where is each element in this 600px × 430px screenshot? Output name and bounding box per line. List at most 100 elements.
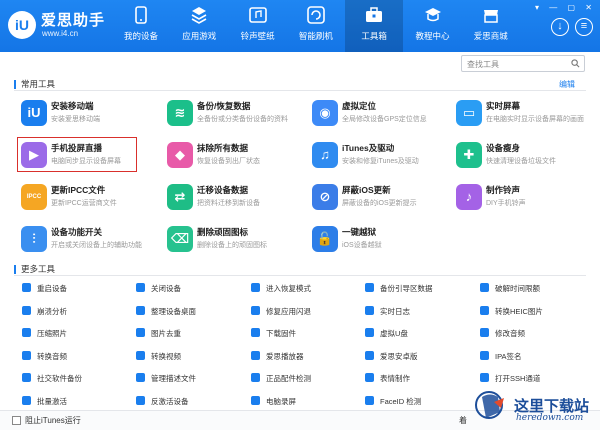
tool-card[interactable]: ♪ 制作铃声 DIY手机铃声: [452, 180, 592, 216]
more-tool-item[interactable]: 实时日志: [365, 305, 410, 320]
more-tool-item[interactable]: 进入恢复模式: [251, 283, 311, 297]
tool-card[interactable]: ⊘ 屏蔽iOS更新 屏蔽设备的iOS更新提示: [308, 180, 448, 216]
block-itunes-label: 阻止iTunes运行: [25, 416, 81, 425]
more-tool-item[interactable]: 打开SSH通道: [480, 373, 540, 387]
more-tool-item[interactable]: 虚拟U盘: [365, 328, 408, 342]
tool-card[interactable]: ◉ 虚拟定位 全局修改设备GPS定位信息: [308, 96, 448, 132]
nav-tab-6[interactable]: 教程中心: [404, 0, 462, 52]
more-tool-item[interactable]: 爱思安卓版: [365, 350, 418, 365]
more-tool-label: FaceID 检测: [380, 396, 422, 406]
more-tool-item[interactable]: 关闭设备: [136, 283, 181, 297]
more-tool-item[interactable]: 反激活设备: [136, 395, 189, 410]
tool-name: 更新IPCC文件: [51, 185, 106, 195]
more-tool-item[interactable]: 崩溃分析: [22, 305, 67, 320]
accessory-check-icon: [251, 373, 260, 382]
nav-tab-label: 铃声壁纸: [240, 31, 275, 41]
search-icon[interactable]: [571, 59, 580, 68]
more-tool-item[interactable]: 批量激活: [22, 395, 67, 410]
more-tool-item[interactable]: 备份引导区数据: [365, 283, 433, 297]
nav-tab-1[interactable]: 我的设备: [112, 0, 170, 52]
block-itunes-checkbox[interactable]: [12, 416, 21, 425]
tool-card[interactable]: 🔓 一键越狱 iOS设备越狱: [308, 222, 448, 258]
nav-tab-label: 工具箱: [361, 31, 387, 41]
tool-name: 安装移动端: [51, 101, 94, 111]
more-tool-item[interactable]: 下载固件: [251, 328, 296, 342]
bell-music-icon: ♪: [456, 184, 482, 210]
nav-tab-label: 我的设备: [123, 31, 158, 41]
more-tool-item[interactable]: 正品配件检测: [251, 373, 311, 387]
graduation-cap-icon: [424, 8, 441, 22]
edit-button[interactable]: 编辑: [559, 79, 575, 90]
window-controls[interactable]: ▾ — ▢ ✕: [535, 3, 596, 12]
divider: [14, 275, 586, 276]
tool-card[interactable]: ⇄ 迁移设备数据 把资料迁移到新设备: [163, 180, 303, 216]
migrate-icon: ⇄: [167, 184, 193, 210]
tool-card[interactable]: ▭ 实时屏幕 在电脑实时显示设备屏幕的画面: [452, 96, 592, 132]
tool-card[interactable]: ◆ 抹除所有数据 恢复设备到出厂状态: [163, 138, 303, 174]
more-tool-item[interactable]: 爱思播放器: [251, 350, 304, 365]
tool-card[interactable]: ≋ 备份/恢复数据 全备份或分类备份设备的资料: [163, 96, 303, 132]
tool-description: 安装和修复iTunes及驱动: [342, 158, 419, 165]
tool-name: iTunes及驱动: [342, 143, 395, 153]
more-tool-item[interactable]: 表情制作: [365, 373, 410, 387]
nav-tab-3[interactable]: 铃声壁纸: [229, 0, 287, 52]
more-tool-item[interactable]: 图片去重: [136, 328, 181, 342]
nav-tab-4[interactable]: 智能刷机: [287, 0, 345, 52]
backup-icon: [365, 283, 374, 292]
more-tool-item[interactable]: IPA签名: [480, 350, 522, 365]
more-tool-item[interactable]: FaceID 检测: [365, 395, 422, 410]
monitor-icon: ▭: [456, 100, 482, 126]
more-tool-item[interactable]: 电脑录屏: [251, 395, 296, 410]
tool-card[interactable]: ♫ iTunes及驱动 安装和修复iTunes及驱动: [308, 138, 448, 174]
more-tool-label: 打开SSH通道: [495, 374, 541, 383]
common-tools-title: 常用工具: [14, 80, 55, 89]
download-manager-icon[interactable]: ↓: [551, 18, 569, 36]
more-tool-item[interactable]: 修改音频: [480, 328, 525, 342]
faceid-icon: [365, 395, 374, 405]
image-dup-icon: [136, 328, 145, 337]
tool-card[interactable]: IPCC 更新IPCC文件 更新IPCC运营商文件: [17, 180, 157, 216]
more-tool-label: 虚拟U盘: [380, 329, 408, 338]
more-tool-item[interactable]: 社交软件备份: [22, 373, 82, 387]
brand[interactable]: iU 爱思助手 www.i4.cn: [8, 7, 120, 45]
eraser-icon: ◆: [167, 142, 193, 168]
more-tool-label: 表情制作: [380, 374, 410, 383]
tool-card[interactable]: iU 安装移动端 安装爱思移动端: [17, 96, 157, 132]
more-tool-label: 进入恢复模式: [266, 284, 311, 293]
nav-tab-7[interactable]: 爱思商城: [462, 0, 520, 52]
more-tool-item[interactable]: 重启设备: [22, 283, 67, 297]
search-input[interactable]: 查找工具: [461, 55, 585, 72]
tool-name: 迁移设备数据: [197, 185, 249, 195]
i4-mobile-icon: iU: [21, 100, 47, 126]
more-tool-label: IPA签名: [495, 351, 522, 361]
status-bar: 阻止iTunes运行 着: [0, 410, 600, 430]
more-tool-label: 反激活设备: [151, 396, 189, 406]
nav-tab-5[interactable]: 工具箱: [345, 0, 404, 52]
more-tool-item[interactable]: 破解时间限额: [480, 283, 540, 297]
nav-tab-2[interactable]: 应用游戏: [170, 0, 228, 52]
tool-description: 全局修改设备GPS定位信息: [342, 116, 427, 123]
shop-icon: [483, 10, 498, 23]
tool-card[interactable]: ⫶ 设备功能开关 开启或关闭设备上的辅助功能: [17, 222, 157, 258]
tool-card[interactable]: ✚ 设备瘦身 快速清理设备垃圾文件: [452, 138, 592, 174]
more-tool-item[interactable]: 修复应用闪退: [251, 305, 311, 320]
more-tool-label: 正品配件检测: [266, 374, 311, 383]
tool-description: iOS设备越狱: [342, 242, 382, 249]
tool-description: 全备份或分类备份设备的资料: [197, 116, 288, 123]
more-tool-item[interactable]: 转换HEIC图片: [480, 305, 543, 320]
compress-icon: [22, 328, 31, 337]
more-tool-item[interactable]: 压缩照片: [22, 328, 67, 342]
tool-description: 删除设备上的顽固图标: [197, 242, 267, 249]
more-tool-item[interactable]: 转换视频: [136, 350, 181, 365]
more-tool-item[interactable]: 转换音频: [22, 350, 67, 365]
menu-icon[interactable]: ≡: [575, 18, 593, 36]
more-tool-label: 图片去重: [151, 329, 181, 338]
trash-icon: ⌫: [167, 226, 193, 252]
usb-icon: [365, 328, 374, 337]
more-tool-item[interactable]: 管理描述文件: [136, 373, 196, 387]
more-tools-title: 更多工具: [14, 265, 55, 274]
tool-card[interactable]: ⌫ 删除顽固图标 删除设备上的顽固图标: [163, 222, 303, 258]
more-tool-label: 电脑录屏: [266, 396, 296, 406]
more-tool-item[interactable]: 整理设备桌面: [136, 305, 196, 320]
i4-toolbox-window: iU 爱思助手 www.i4.cn 我的设备 应用游戏 铃声壁纸 智能刷机 工具箱 教程中…: [0, 0, 600, 430]
